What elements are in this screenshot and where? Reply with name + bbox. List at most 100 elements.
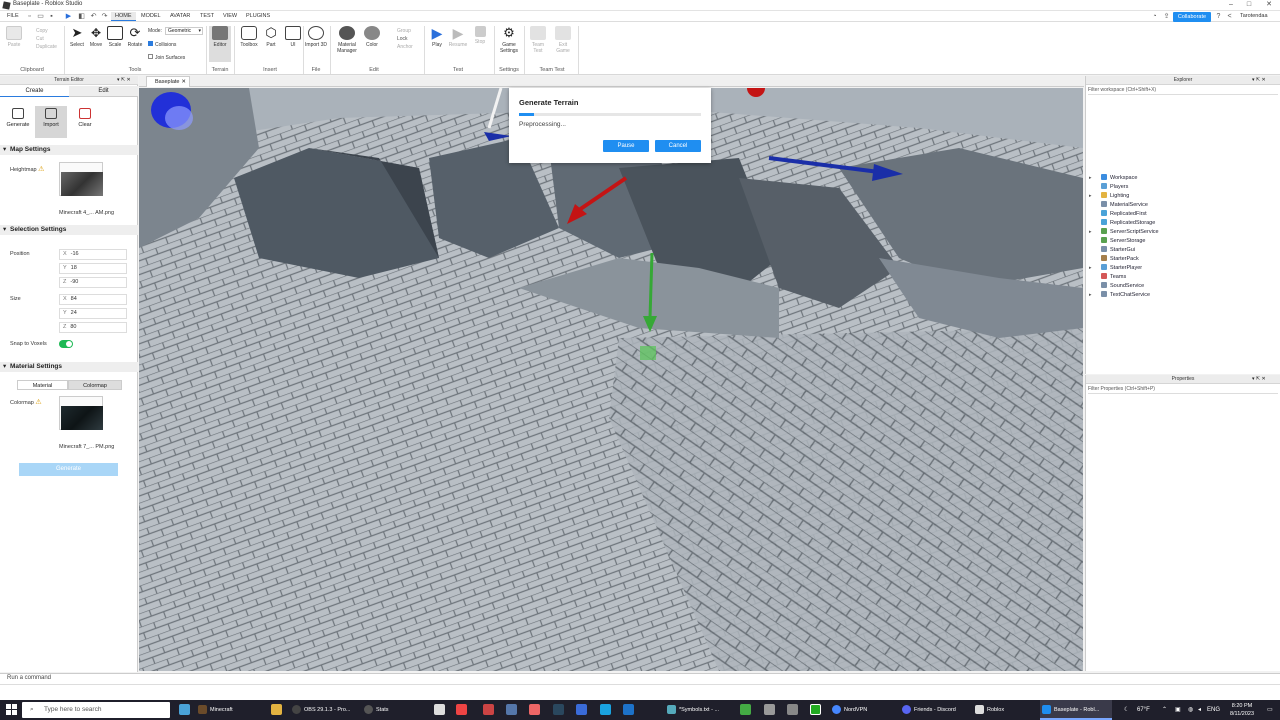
taskbar-app-stats[interactable]: Stats: [362, 700, 424, 720]
map-settings-header[interactable]: Map Settings: [0, 145, 138, 155]
rotate-tool-button[interactable]: ⟳ Rotate: [124, 26, 146, 62]
app-icon[interactable]: [764, 704, 775, 715]
tray-overflow-icon[interactable]: ⌃: [1162, 700, 1167, 720]
ui-button[interactable]: UI: [282, 26, 304, 62]
colormap-tab[interactable]: Colormap: [68, 380, 122, 390]
weather-icon[interactable]: ☾: [1124, 700, 1129, 720]
exit-game-button[interactable]: Exit Game: [552, 26, 574, 62]
clear-mode-button[interactable]: Clear: [69, 106, 101, 138]
camera-icon[interactable]: ◧: [77, 12, 86, 21]
taskbar-app-minecraft[interactable]: Minecraft: [196, 700, 266, 720]
game-settings-button[interactable]: ⚙ Game Settings: [497, 26, 521, 62]
position-x-input[interactable]: X -16: [59, 249, 127, 260]
store-icon[interactable]: [623, 704, 634, 715]
part-button[interactable]: ⬡ Part: [260, 26, 282, 62]
menu-view[interactable]: VIEW: [219, 12, 241, 21]
properties-filter-input[interactable]: Filter Properties (Ctrl+Shift+P): [1088, 385, 1278, 394]
explorer-item[interactable]: Teams: [1101, 273, 1126, 282]
position-y-input[interactable]: Y 18: [59, 263, 127, 274]
explorer-item[interactable]: Lighting: [1101, 192, 1129, 201]
taskbar-app-notepad[interactable]: *Symbols.txt - ...: [665, 700, 733, 720]
steam-icon[interactable]: [553, 704, 564, 715]
explorer-item[interactable]: MaterialService: [1101, 201, 1148, 210]
taskbar-app-obs[interactable]: OBS 29.1.3 - Pro...: [290, 700, 358, 720]
expand-arrow-icon[interactable]: ▸: [1089, 193, 1092, 199]
import-3d-button[interactable]: Import 3D: [305, 26, 327, 62]
undo-icon[interactable]: ↶: [89, 12, 98, 21]
join-surfaces-toggle[interactable]: Join Surfaces: [148, 54, 185, 61]
explorer-item[interactable]: Players: [1101, 183, 1128, 192]
menu-home[interactable]: HOME: [111, 12, 136, 21]
explorer-item[interactable]: StarterGui: [1101, 246, 1135, 255]
file-explorer-icon[interactable]: [271, 704, 282, 715]
cut-button[interactable]: Cut: [26, 35, 62, 43]
task-view-icon[interactable]: [179, 704, 190, 715]
menu-test[interactable]: TEST: [196, 12, 218, 21]
size-z-input[interactable]: Z 80: [59, 322, 127, 333]
generate-mode-button[interactable]: Generate: [2, 106, 34, 138]
tab-create[interactable]: Create: [0, 86, 69, 97]
windows-start-icon[interactable]: [6, 704, 17, 715]
help-icon[interactable]: ?: [1214, 12, 1223, 21]
play-icon[interactable]: ▶: [64, 12, 73, 21]
play-button[interactable]: ▶ Play: [426, 26, 448, 62]
color-button[interactable]: Color: [361, 26, 383, 62]
share-link-icon[interactable]: <: [1225, 12, 1234, 21]
expand-arrow-icon[interactable]: ▸: [1089, 229, 1092, 235]
chrome-icon[interactable]: [456, 704, 467, 715]
maximize-icon[interactable]: □: [1240, 0, 1258, 10]
new-file-icon[interactable]: ▫: [25, 12, 34, 21]
weather-temp[interactable]: 67°F: [1137, 700, 1150, 720]
position-z-input[interactable]: Z -90: [59, 277, 127, 288]
menu-file[interactable]: FILE: [3, 12, 23, 21]
open-folder-icon[interactable]: ▭: [36, 12, 45, 21]
network-icon[interactable]: ◍: [1188, 700, 1193, 720]
redo-icon[interactable]: ↷: [100, 12, 109, 21]
taskbar-search-input[interactable]: ⌕ Type here to search: [22, 702, 170, 718]
3d-viewport[interactable]: [139, 88, 1083, 671]
pause-button[interactable]: Pause: [603, 140, 649, 152]
explorer-item[interactable]: TextChatService: [1101, 291, 1150, 300]
selection-settings-header[interactable]: Selection Settings: [0, 225, 138, 235]
tab-edit[interactable]: Edit: [69, 86, 138, 97]
close-tab-icon[interactable]: ✕: [181, 77, 186, 87]
app-icon[interactable]: [576, 704, 587, 715]
import-mode-button[interactable]: Import: [35, 106, 67, 138]
collisions-toggle[interactable]: Collisions: [148, 41, 176, 48]
menu-avatar[interactable]: AVATAR: [166, 12, 194, 21]
close-window-icon[interactable]: ✕: [1260, 0, 1278, 10]
explorer-item[interactable]: ServerStorage: [1101, 237, 1145, 246]
save-icon[interactable]: ▪: [47, 12, 56, 21]
tab-baseplate[interactable]: Baseplate ✕: [146, 76, 190, 87]
lock-button[interactable]: Lock: [388, 35, 424, 43]
edge-icon[interactable]: [600, 704, 611, 715]
tray-app-icon[interactable]: ▣: [1175, 700, 1181, 720]
app-icon[interactable]: [810, 704, 821, 715]
generate-button[interactable]: Generate: [19, 463, 118, 476]
resume-button[interactable]: ▶ Resume: [447, 26, 469, 62]
paste-button[interactable]: Paste: [3, 26, 25, 62]
menu-plugins[interactable]: PLUGINS: [242, 12, 274, 21]
menu-model[interactable]: MODEL: [137, 12, 165, 21]
taskbar-app-roblox[interactable]: Roblox: [973, 700, 1037, 720]
material-tab[interactable]: Material: [17, 380, 68, 390]
taskbar-app-roblox-studio[interactable]: Baseplate - Robl...: [1040, 700, 1112, 720]
roblox-app-icon[interactable]: [434, 704, 445, 715]
material-manager-button[interactable]: Material Manager: [334, 26, 360, 62]
explorer-item[interactable]: ReplicatedFirst: [1101, 210, 1147, 219]
snap-to-voxels-toggle[interactable]: [59, 340, 73, 348]
app-icon[interactable]: [740, 704, 751, 715]
heightmap-thumbnail[interactable]: [59, 162, 103, 196]
taskbar-app-discord[interactable]: Friends - Discord: [900, 700, 972, 720]
explorer-item[interactable]: ReplicatedStorage: [1101, 219, 1155, 228]
collaborate-button[interactable]: Collaborate: [1173, 12, 1211, 22]
toolbox-button[interactable]: Toolbox: [238, 26, 260, 62]
size-y-input[interactable]: Y 24: [59, 308, 127, 319]
clock[interactable]: 8:20 PM 8/11/2023: [1222, 702, 1262, 718]
properties-window-controls-icon[interactable]: ▾ ⇱ ✕: [1252, 376, 1266, 382]
browser-app-icon[interactable]: [506, 704, 517, 715]
expand-arrow-icon[interactable]: ▸: [1089, 265, 1092, 271]
team-test-button[interactable]: Team Test: [527, 26, 549, 62]
notifications-icon[interactable]: ▭: [1267, 700, 1273, 720]
app-icon[interactable]: [787, 704, 798, 715]
